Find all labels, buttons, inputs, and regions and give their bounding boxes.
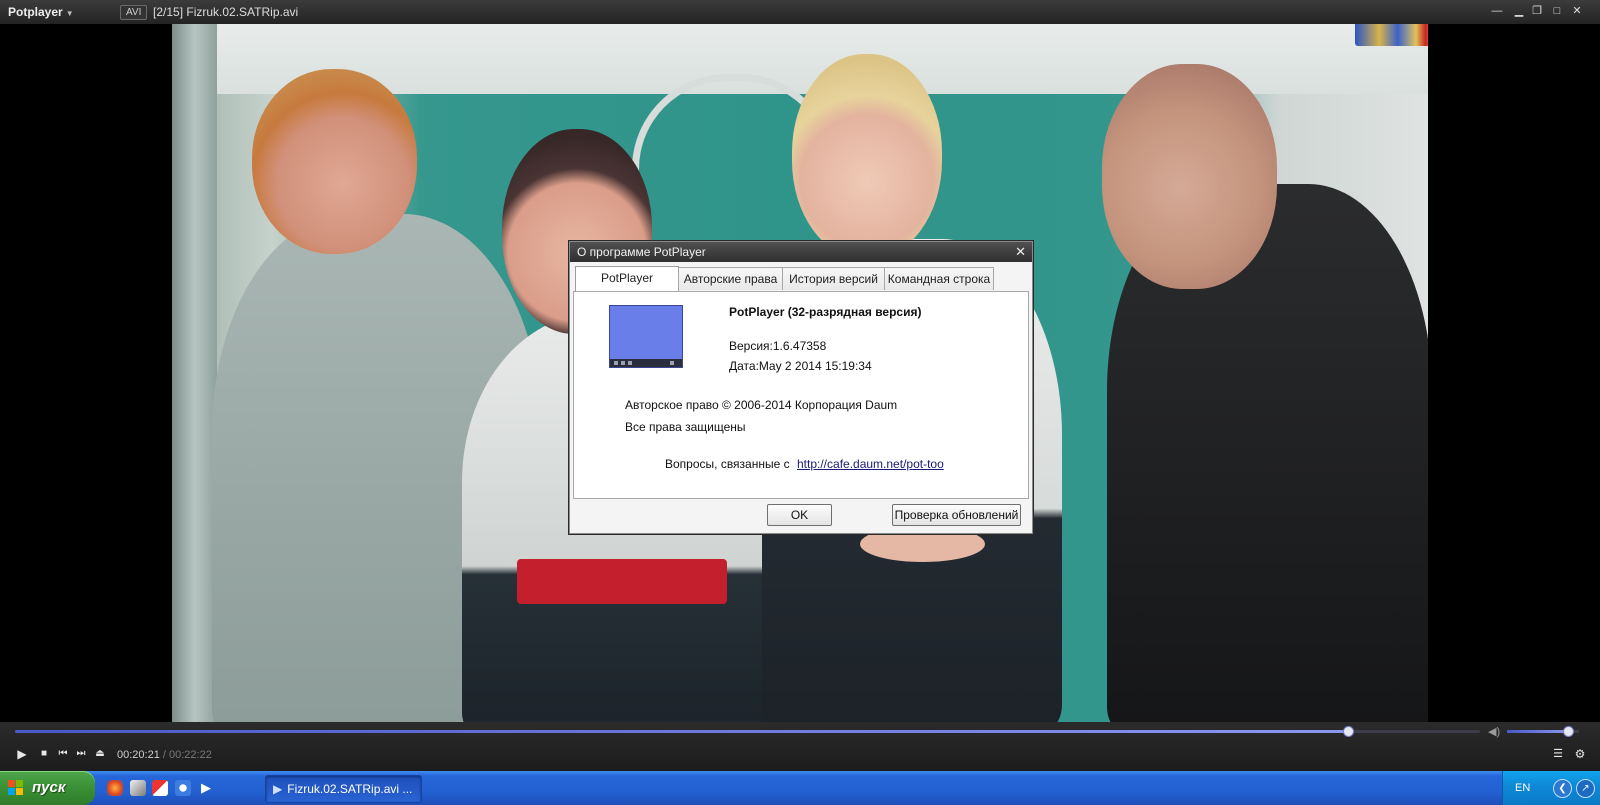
scene-belt [517,559,727,604]
scene-person-3-head [792,54,942,259]
player-thumbnail [609,305,683,368]
media-player-icon[interactable]: ▶ [198,780,214,796]
seek-progress [15,730,1349,733]
play-icon[interactable]: ▶ [14,746,30,762]
next-icon[interactable]: ⏭ [73,746,89,762]
network-icon[interactable]: ↗ [1576,779,1595,798]
dialog-title: О программе PotPlayer [577,245,706,259]
window-title: [2/15] Fizruk.02.SATRip.avi [153,5,299,19]
support-link[interactable]: http://cafe.daum.net/pot-too [797,457,944,471]
archiver-icon[interactable] [130,780,146,796]
about-dialog: О программе PotPlayer ✕ PotPlayer Авторс… [569,241,1033,534]
seek-bar[interactable] [15,726,1480,737]
about-panel: PotPlayer (32-разрядная версия) Версия:1… [573,291,1029,499]
control-bar: ◀) ▶ ■ ⏮ ⏭ ⏏ 00:20:21 / 00:22:22 ☰ ⚙ [0,722,1600,771]
browser-icon[interactable] [175,780,191,796]
time-display: 00:20:21 / 00:22:22 [117,749,212,761]
system-tray: EN ❮ ↗ [1502,771,1600,805]
time-separator: / [162,749,166,761]
volume-level [1507,730,1569,733]
dialog-close-icon[interactable]: ✕ [1015,242,1026,262]
version-text: Версия:1.6.47358 [729,339,827,353]
minimize-icon[interactable]: ▁ [1512,4,1526,18]
stop-icon[interactable]: ■ [36,746,52,762]
copyright-text: Авторское право © 2006-2014 Корпорация D… [625,398,898,412]
eject-icon[interactable]: ⏏ [92,746,108,762]
format-badge: AVI [120,5,148,20]
maximize-icon[interactable]: □ [1550,4,1564,18]
check-updates-button[interactable]: Проверка обновлений [892,504,1021,526]
total-time: 00:22:22 [169,749,212,761]
taskbar-window-potplayer[interactable]: ▶ Fizruk.02.SATRip.avi ... [265,775,422,803]
volume-slider[interactable] [1507,726,1579,737]
playlist-icon[interactable]: ☰ [1550,746,1566,762]
start-button[interactable]: пуск [0,771,95,805]
product-name: PotPlayer (32-разрядная версия) [729,305,922,319]
restore-icon[interactable]: ❐ [1530,4,1544,18]
video-area[interactable]: О программе PotPlayer ✕ PotPlayer Авторс… [0,24,1600,722]
player-titlebar: Potplayer ▼ AVI [2/15] Fizruk.02.SATRip.a… [0,0,1600,24]
tab-potplayer[interactable]: PotPlayer [575,266,679,291]
windows-logo-icon [8,780,24,796]
tab-command-line[interactable]: Командная строка [884,267,994,290]
task-title: Fizruk.02.SATRip.avi ... [287,782,413,796]
rights-text: Все права защищены [625,420,746,434]
settings-icon[interactable]: ⚙ [1572,746,1588,762]
build-date-text: Дата:May 2 2014 15:19:34 [729,359,872,373]
scene-person-4-head [1102,64,1277,289]
previous-icon[interactable]: ⏮ [55,746,71,762]
pin-icon[interactable]: — [1490,4,1504,18]
app-name: Potplayer [8,5,63,19]
scene-person-1-head [252,69,417,254]
seek-thumb[interactable] [1343,726,1355,737]
volume-thumb[interactable] [1563,726,1575,737]
start-label: пуск [32,779,66,796]
current-time: 00:20:21 [117,749,160,761]
tray-expand-icon[interactable]: ❮ [1553,779,1572,798]
firefox-icon[interactable] [107,780,123,796]
dialog-titlebar: О программе PotPlayer ✕ [570,242,1032,262]
channel-logo [1355,24,1428,46]
tab-version-history[interactable]: История версий [782,267,885,290]
volume-icon[interactable]: ◀) [1488,725,1500,738]
windows-taskbar: пуск ▶ ▶ Fizruk.02.SATRip.avi ... EN ❮ ↗ [0,771,1600,805]
caret-down-icon: ▼ [65,9,74,18]
app-icon[interactable] [152,780,168,796]
tab-copyright[interactable]: Авторские права [678,267,783,290]
app-menu-button[interactable]: Potplayer ▼ [8,5,74,19]
potplayer-icon: ▶ [273,782,283,796]
close-icon[interactable]: ✕ [1570,4,1584,18]
ok-button[interactable]: OK [767,504,832,526]
scene-locker [172,24,217,722]
language-indicator[interactable]: EN [1515,782,1530,794]
questions-label: Вопросы, связанные с [665,457,790,471]
